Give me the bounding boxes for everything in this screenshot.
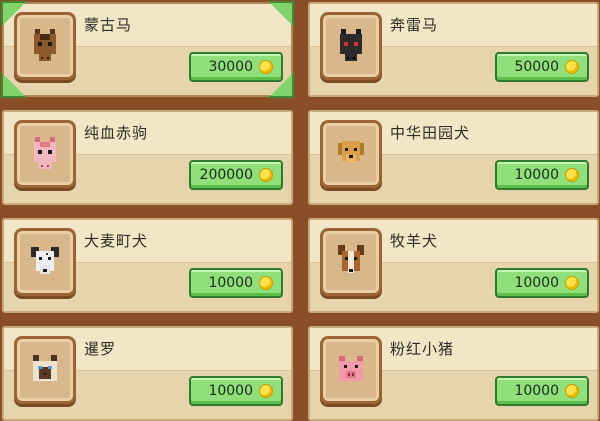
item-price: 10000: [208, 383, 253, 399]
shop-item-card-thunder-horse[interactable]: 奔雷马 50000: [308, 2, 599, 97]
item-avatar-frame: [320, 228, 382, 296]
shop-item-card-mongolian-horse[interactable]: 蒙古马 30000: [1, 1, 294, 98]
coin-icon: [259, 60, 273, 74]
coin-icon: [259, 384, 273, 398]
item-price: 30000: [208, 59, 253, 75]
item-name: 奔雷马: [390, 16, 439, 34]
buy-button[interactable]: 10000: [495, 268, 589, 298]
coin-icon: [565, 60, 579, 74]
selection-corner-icon: [268, 1, 294, 27]
item-name: 牧羊犬: [390, 232, 439, 250]
item-price: 10000: [514, 275, 559, 291]
coin-icon: [565, 168, 579, 182]
shop-item-card-siamese-cat[interactable]: 暹罗 10000: [2, 326, 293, 421]
pet-shop-grid: 蒙古马 30000 奔雷马 50000 纯血赤驹 200000 中华田园犬 10…: [0, 0, 600, 421]
item-avatar-frame: [320, 12, 382, 80]
coin-icon: [565, 276, 579, 290]
shop-item-card-dalmatian[interactable]: 大麦町犬 10000: [2, 218, 293, 313]
buy-button[interactable]: 10000: [495, 160, 589, 190]
brown-horse-icon: [34, 29, 56, 61]
coin-icon: [259, 276, 273, 290]
coin-icon: [259, 168, 273, 182]
buy-button[interactable]: 50000: [495, 52, 589, 82]
buy-button[interactable]: 30000: [189, 52, 283, 82]
item-price: 10000: [514, 383, 559, 399]
item-name: 大麦町犬: [84, 232, 149, 250]
shop-item-card-thoroughbred[interactable]: 纯血赤驹 200000: [2, 110, 293, 205]
shepherd-dog-icon: [338, 245, 364, 273]
item-name: 纯血赤驹: [84, 124, 149, 142]
item-avatar-frame: [320, 336, 382, 404]
buy-button[interactable]: 10000: [189, 268, 283, 298]
shop-item-card-shepherd-dog[interactable]: 牧羊犬 10000: [308, 218, 599, 313]
item-avatar-frame: [14, 120, 76, 188]
item-price: 50000: [514, 59, 559, 75]
item-name: 粉红小猪: [390, 340, 455, 358]
buy-button[interactable]: 10000: [189, 376, 283, 406]
shop-item-card-pink-pig[interactable]: 粉红小猪 10000: [308, 326, 599, 421]
item-avatar-frame: [14, 12, 76, 80]
item-name: 中华田园犬: [390, 124, 471, 142]
item-name: 蒙古马: [84, 16, 133, 34]
item-avatar-frame: [14, 336, 76, 404]
item-price: 10000: [208, 275, 253, 291]
buy-button[interactable]: 10000: [495, 376, 589, 406]
pink-horse-icon: [34, 137, 56, 169]
item-name: 暹罗: [84, 340, 117, 358]
pink-pig-icon: [339, 356, 363, 381]
siamese-cat-icon: [33, 355, 57, 381]
buy-button[interactable]: 200000: [189, 160, 283, 190]
coin-icon: [565, 384, 579, 398]
dalmatian-dog-icon: [31, 247, 59, 274]
yellow-dog-icon: [338, 141, 364, 163]
shop-item-card-chinese-rural-dog[interactable]: 中华田园犬 10000: [308, 110, 599, 205]
item-price: 200000: [199, 167, 253, 183]
item-price: 10000: [514, 167, 559, 183]
item-avatar-frame: [320, 120, 382, 188]
item-avatar-frame: [14, 228, 76, 296]
black-horse-icon: [340, 29, 362, 61]
